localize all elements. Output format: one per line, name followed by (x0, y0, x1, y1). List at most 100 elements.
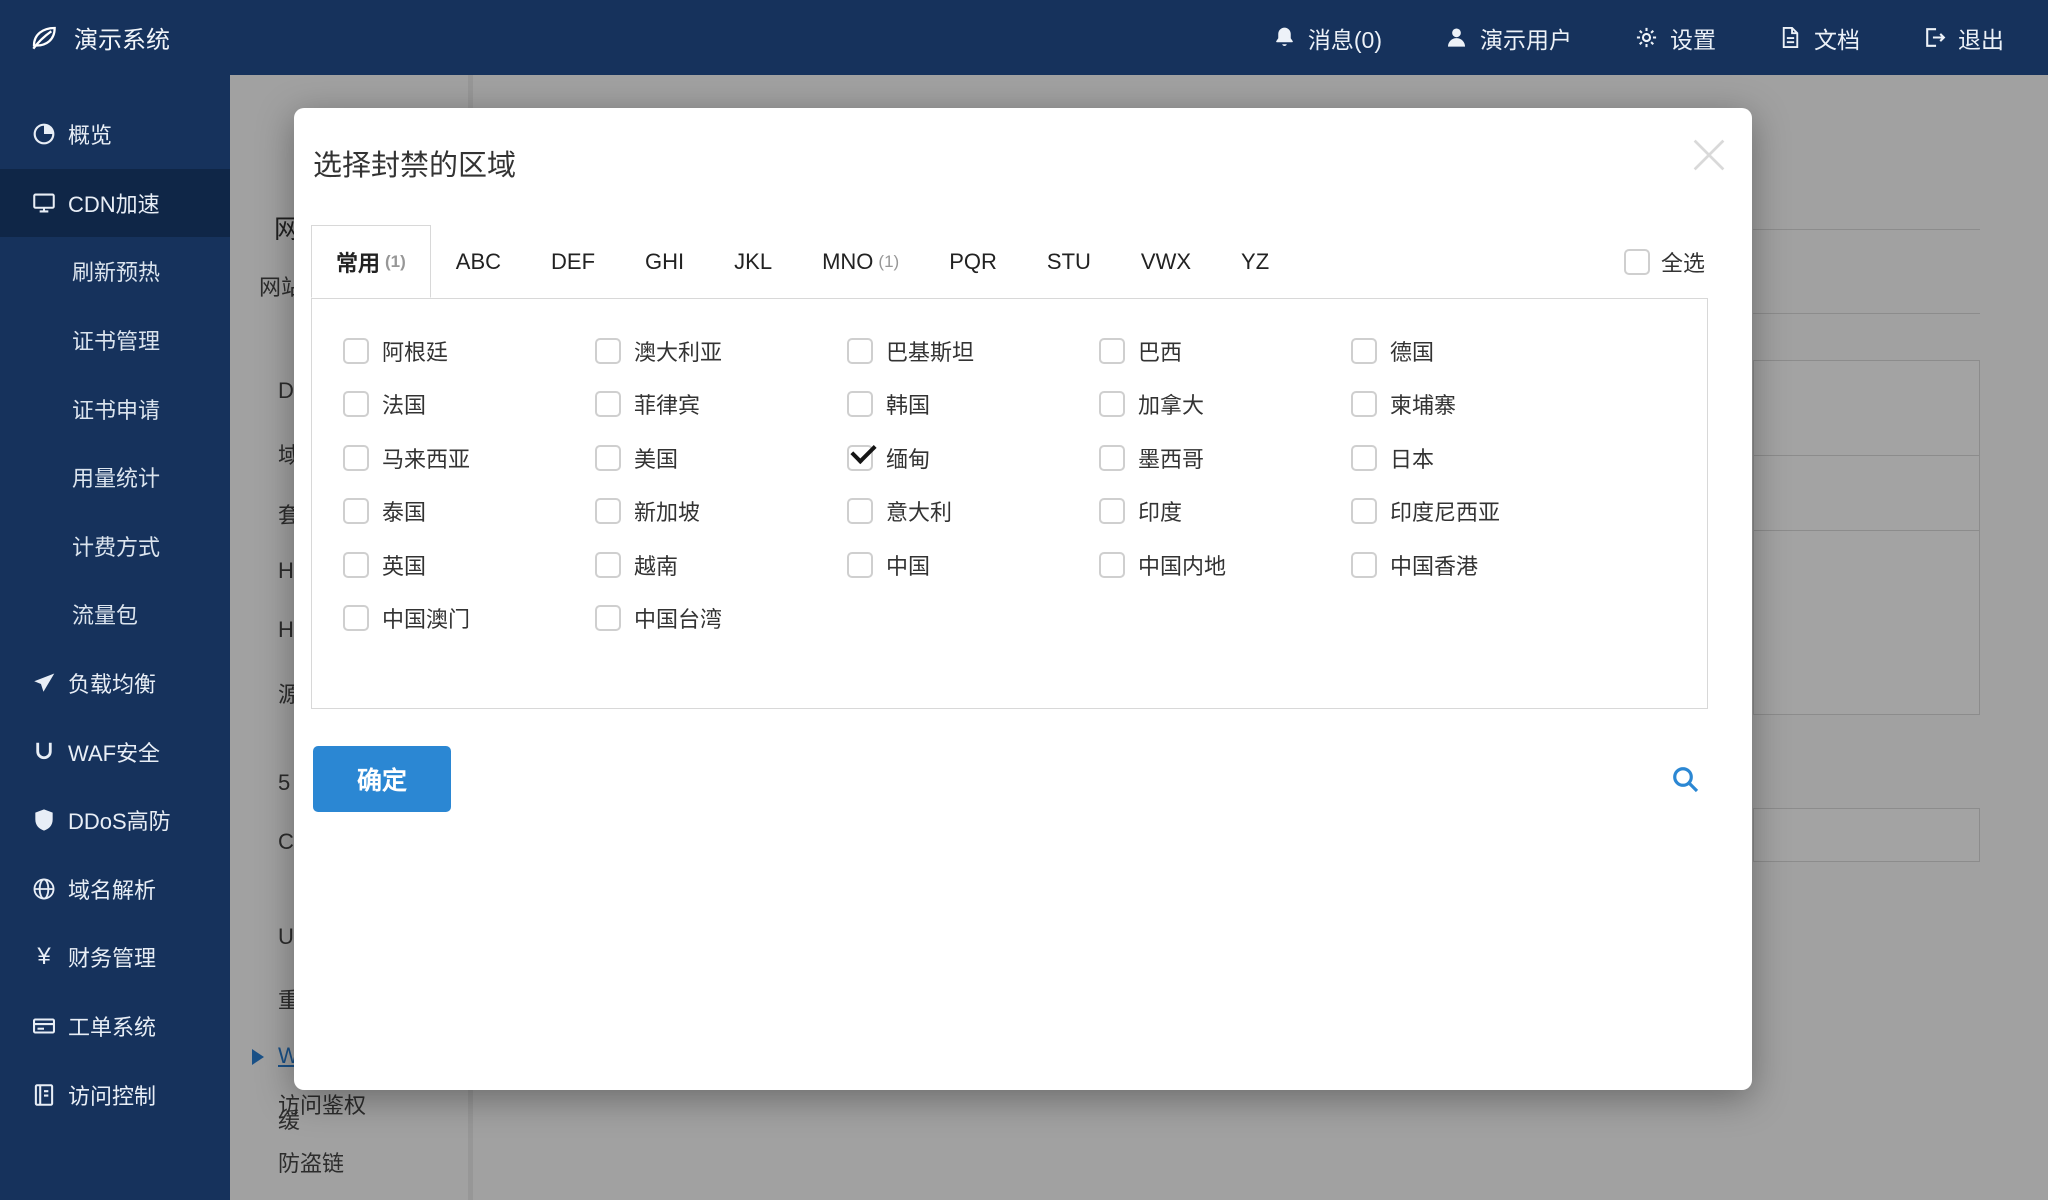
region-checkbox[interactable] (595, 338, 621, 364)
region-item[interactable]: 巴西 (1099, 335, 1351, 367)
sidebar-item[interactable]: 域名解析 (0, 855, 230, 924)
region-item[interactable]: 中国澳门 (343, 602, 595, 634)
region-checkbox[interactable] (595, 605, 621, 631)
region-item[interactable]: 中国香港 (1351, 549, 1603, 581)
region-item[interactable]: 美国 (595, 442, 847, 474)
region-checkbox[interactable] (1099, 445, 1125, 471)
region-item[interactable]: 中国台湾 (595, 602, 847, 634)
sidebar-item-label: 财务管理 (68, 941, 156, 973)
region-checkbox[interactable] (595, 552, 621, 578)
region-checkbox[interactable] (343, 338, 369, 364)
region-checkbox[interactable] (847, 552, 873, 578)
topbar-item[interactable]: 文档 (1778, 21, 1860, 55)
topbar-item[interactable]: 退出 (1922, 21, 2004, 55)
region-label: 新加坡 (634, 495, 700, 527)
confirm-button[interactable]: 确定 (313, 746, 451, 812)
region-label: 澳大利亚 (634, 335, 722, 367)
region-item[interactable]: 法国 (343, 388, 595, 420)
waf-u-icon (31, 739, 57, 765)
region-checkbox[interactable] (595, 498, 621, 524)
region-item[interactable]: 印度尼西亚 (1351, 495, 1603, 527)
logout-icon (1922, 25, 1947, 50)
region-item[interactable]: 英国 (343, 549, 595, 581)
sidebar-item[interactable]: 证书管理 (0, 306, 230, 375)
sidebar-item[interactable]: 用量统计 (0, 443, 230, 512)
region-item[interactable]: 澳大利亚 (595, 335, 847, 367)
sidebar-item[interactable]: 证书申请 (0, 374, 230, 443)
region-item[interactable]: 中国内地 (1099, 549, 1351, 581)
topbar-item[interactable]: 消息(0) (1272, 21, 1382, 55)
region-label: 越南 (634, 549, 678, 581)
region-label: 意大利 (886, 495, 952, 527)
region-checkbox[interactable] (1351, 338, 1377, 364)
region-checkbox[interactable] (595, 445, 621, 471)
region-item[interactable]: 缅甸 (847, 442, 1099, 474)
region-item[interactable]: 加拿大 (1099, 388, 1351, 420)
region-item[interactable]: 新加坡 (595, 495, 847, 527)
region-checkbox[interactable] (847, 445, 873, 471)
sidebar-item[interactable]: 计费方式 (0, 512, 230, 581)
region-checkbox[interactable] (1099, 498, 1125, 524)
tab-VWX[interactable]: VWX (1116, 225, 1216, 298)
region-checkbox[interactable] (343, 445, 369, 471)
region-checkbox[interactable] (1099, 338, 1125, 364)
region-item[interactable]: 德国 (1351, 335, 1603, 367)
region-item[interactable]: 泰国 (343, 495, 595, 527)
region-item[interactable]: 日本 (1351, 442, 1603, 474)
region-item[interactable]: 巴基斯坦 (847, 335, 1099, 367)
region-item[interactable]: 菲律宾 (595, 388, 847, 420)
topbar-item[interactable]: 设置 (1634, 21, 1716, 55)
sidebar-item[interactable]: ¥财务管理 (0, 923, 230, 992)
topbar-item[interactable]: 演示用户 (1444, 21, 1572, 55)
tab-YZ[interactable]: YZ (1216, 225, 1294, 298)
tab-STU[interactable]: STU (1022, 225, 1116, 298)
sidebar-item[interactable]: 工单系统 (0, 992, 230, 1061)
region-checkbox[interactable] (847, 498, 873, 524)
region-item[interactable]: 阿根廷 (343, 335, 595, 367)
region-checkbox[interactable] (847, 338, 873, 364)
search-icon[interactable] (1669, 763, 1701, 795)
region-item[interactable]: 韩国 (847, 388, 1099, 420)
sidebar-item[interactable]: 负载均衡 (0, 649, 230, 718)
sidebar-item[interactable]: 访问控制 (0, 1060, 230, 1129)
close-icon[interactable] (1686, 132, 1732, 178)
region-label: 中国 (886, 549, 930, 581)
region-item[interactable]: 马来西亚 (343, 442, 595, 474)
region-checkbox[interactable] (1351, 552, 1377, 578)
region-checkbox[interactable] (847, 391, 873, 417)
region-checkbox[interactable] (595, 391, 621, 417)
region-checkbox[interactable] (343, 391, 369, 417)
tab-JKL[interactable]: JKL (709, 225, 797, 298)
region-checkbox[interactable] (1351, 445, 1377, 471)
sidebar-item[interactable]: 刷新预热 (0, 237, 230, 306)
sidebar-item[interactable]: 概览 (0, 100, 230, 169)
tab-常用[interactable]: 常用(1) (311, 225, 431, 298)
region-checkbox[interactable] (343, 605, 369, 631)
region-item[interactable]: 墨西哥 (1099, 442, 1351, 474)
region-checkbox[interactable] (1099, 552, 1125, 578)
region-checkbox[interactable] (1099, 391, 1125, 417)
tab-DEF[interactable]: DEF (526, 225, 620, 298)
region-item[interactable]: 意大利 (847, 495, 1099, 527)
select-all-checkbox[interactable] (1624, 249, 1650, 275)
tab-GHI[interactable]: GHI (620, 225, 709, 298)
sidebar-item[interactable]: WAF安全 (0, 717, 230, 786)
sidebar-item[interactable]: CDN加速 (0, 169, 230, 238)
region-checkbox[interactable] (1351, 391, 1377, 417)
sidebar-item[interactable]: DDoS高防 (0, 786, 230, 855)
region-item[interactable]: 越南 (595, 549, 847, 581)
select-all[interactable]: 全选 (1624, 225, 1705, 298)
tabs: 常用(1)ABCDEFGHIJKLMNO(1)PQRSTUVWXYZ (311, 225, 1294, 298)
region-checkbox[interactable] (1351, 498, 1377, 524)
region-label: 马来西亚 (382, 442, 470, 474)
tab-ABC[interactable]: ABC (431, 225, 526, 298)
region-item[interactable]: 印度 (1099, 495, 1351, 527)
region-item[interactable]: 中国 (847, 549, 1099, 581)
monitor-icon (31, 190, 57, 216)
region-checkbox[interactable] (343, 552, 369, 578)
region-checkbox[interactable] (343, 498, 369, 524)
region-item[interactable]: 柬埔寨 (1351, 388, 1603, 420)
sidebar-item[interactable]: 流量包 (0, 580, 230, 649)
tab-MNO[interactable]: MNO(1) (797, 225, 924, 298)
tab-PQR[interactable]: PQR (924, 225, 1022, 298)
